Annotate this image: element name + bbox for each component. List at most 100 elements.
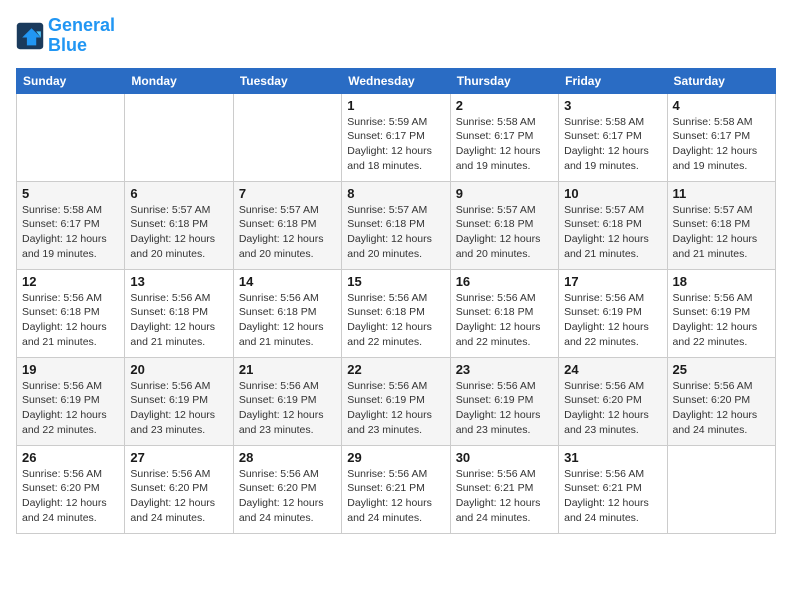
calendar-cell bbox=[125, 93, 233, 181]
weekday-header: Wednesday bbox=[342, 68, 450, 93]
calendar-cell: 27 Sunrise: 5:56 AM Sunset: 6:20 PM Dayli… bbox=[125, 445, 233, 533]
calendar-cell: 26 Sunrise: 5:56 AM Sunset: 6:20 PM Dayli… bbox=[17, 445, 125, 533]
day-number: 26 bbox=[22, 450, 119, 465]
day-info: Sunrise: 5:57 AM Sunset: 6:18 PM Dayligh… bbox=[456, 203, 553, 262]
day-info: Sunrise: 5:56 AM Sunset: 6:19 PM Dayligh… bbox=[347, 379, 444, 438]
day-number: 27 bbox=[130, 450, 227, 465]
calendar-cell: 25 Sunrise: 5:56 AM Sunset: 6:20 PM Dayli… bbox=[667, 357, 775, 445]
calendar-cell: 3 Sunrise: 5:58 AM Sunset: 6:17 PM Daylig… bbox=[559, 93, 667, 181]
calendar-cell: 9 Sunrise: 5:57 AM Sunset: 6:18 PM Daylig… bbox=[450, 181, 558, 269]
day-info: Sunrise: 5:56 AM Sunset: 6:20 PM Dayligh… bbox=[22, 467, 119, 526]
day-number: 3 bbox=[564, 98, 661, 113]
day-number: 11 bbox=[673, 186, 770, 201]
day-info: Sunrise: 5:56 AM Sunset: 6:20 PM Dayligh… bbox=[239, 467, 336, 526]
day-info: Sunrise: 5:58 AM Sunset: 6:17 PM Dayligh… bbox=[22, 203, 119, 262]
day-info: Sunrise: 5:56 AM Sunset: 6:18 PM Dayligh… bbox=[456, 291, 553, 350]
day-number: 5 bbox=[22, 186, 119, 201]
calendar-week-row: 5 Sunrise: 5:58 AM Sunset: 6:17 PM Daylig… bbox=[17, 181, 776, 269]
day-info: Sunrise: 5:57 AM Sunset: 6:18 PM Dayligh… bbox=[564, 203, 661, 262]
day-number: 7 bbox=[239, 186, 336, 201]
calendar-cell: 24Sunrise: 5:56 AM Sunset: 6:20 PM Dayli… bbox=[559, 357, 667, 445]
day-number: 19 bbox=[22, 362, 119, 377]
logo-text: General Blue bbox=[48, 16, 115, 56]
day-info: Sunrise: 5:56 AM Sunset: 6:18 PM Dayligh… bbox=[130, 291, 227, 350]
weekday-header: Saturday bbox=[667, 68, 775, 93]
day-info: Sunrise: 5:58 AM Sunset: 6:17 PM Dayligh… bbox=[673, 115, 770, 174]
calendar-cell: 10 Sunrise: 5:57 AM Sunset: 6:18 PM Dayli… bbox=[559, 181, 667, 269]
calendar-cell bbox=[233, 93, 341, 181]
calendar-cell: 21 Sunrise: 5:56 AM Sunset: 6:19 PM Dayli… bbox=[233, 357, 341, 445]
weekday-header: Monday bbox=[125, 68, 233, 93]
day-number: 18 bbox=[673, 274, 770, 289]
day-number: 9 bbox=[456, 186, 553, 201]
day-info: Sunrise: 5:56 AM Sunset: 6:18 PM Dayligh… bbox=[239, 291, 336, 350]
day-info: Sunrise: 5:57 AM Sunset: 6:18 PM Dayligh… bbox=[673, 203, 770, 262]
day-info: Sunrise: 5:56 AM Sunset: 6:18 PM Dayligh… bbox=[347, 291, 444, 350]
calendar-week-row: 19 Sunrise: 5:56 AM Sunset: 6:19 PM Dayli… bbox=[17, 357, 776, 445]
day-info: Sunrise: 5:56 AM Sunset: 6:19 PM Dayligh… bbox=[130, 379, 227, 438]
weekday-header: Friday bbox=[559, 68, 667, 93]
day-info: Sunrise: 5:56 AM Sunset: 6:21 PM Dayligh… bbox=[564, 467, 661, 526]
calendar-table: SundayMondayTuesdayWednesdayThursdayFrid… bbox=[16, 68, 776, 534]
day-info: Sunrise: 5:58 AM Sunset: 6:17 PM Dayligh… bbox=[564, 115, 661, 174]
calendar-cell: 29Sunrise: 5:56 AM Sunset: 6:21 PM Dayli… bbox=[342, 445, 450, 533]
calendar-cell: 19Sunrise: 5:56 AM Sunset: 6:19 PM Dayli… bbox=[17, 357, 125, 445]
calendar-cell: 22 Sunrise: 5:56 AM Sunset: 6:19 PM Dayli… bbox=[342, 357, 450, 445]
calendar-cell: 17 Sunrise: 5:56 AM Sunset: 6:19 PM Dayli… bbox=[559, 269, 667, 357]
day-number: 30 bbox=[456, 450, 553, 465]
day-number: 28 bbox=[239, 450, 336, 465]
calendar-cell: 28 Sunrise: 5:56 AM Sunset: 6:20 PM Dayli… bbox=[233, 445, 341, 533]
calendar-cell: 1 Sunrise: 5:59 AM Sunset: 6:17 PM Daylig… bbox=[342, 93, 450, 181]
calendar-cell: 14Sunrise: 5:56 AM Sunset: 6:18 PM Dayli… bbox=[233, 269, 341, 357]
day-number: 12 bbox=[22, 274, 119, 289]
calendar-cell bbox=[667, 445, 775, 533]
day-number: 23 bbox=[456, 362, 553, 377]
day-info: Sunrise: 5:56 AM Sunset: 6:19 PM Dayligh… bbox=[564, 291, 661, 350]
calendar-cell: 8 Sunrise: 5:57 AM Sunset: 6:18 PM Daylig… bbox=[342, 181, 450, 269]
weekday-header: Tuesday bbox=[233, 68, 341, 93]
calendar-cell: 11 Sunrise: 5:57 AM Sunset: 6:18 PM Dayli… bbox=[667, 181, 775, 269]
page-header: General Blue bbox=[16, 16, 776, 56]
day-info: Sunrise: 5:56 AM Sunset: 6:19 PM Dayligh… bbox=[456, 379, 553, 438]
calendar-cell: 12 Sunrise: 5:56 AM Sunset: 6:18 PM Dayli… bbox=[17, 269, 125, 357]
day-info: Sunrise: 5:59 AM Sunset: 6:17 PM Dayligh… bbox=[347, 115, 444, 174]
day-number: 4 bbox=[673, 98, 770, 113]
day-info: Sunrise: 5:57 AM Sunset: 6:18 PM Dayligh… bbox=[130, 203, 227, 262]
day-info: Sunrise: 5:58 AM Sunset: 6:17 PM Dayligh… bbox=[456, 115, 553, 174]
day-info: Sunrise: 5:57 AM Sunset: 6:18 PM Dayligh… bbox=[239, 203, 336, 262]
day-info: Sunrise: 5:56 AM Sunset: 6:21 PM Dayligh… bbox=[347, 467, 444, 526]
day-info: Sunrise: 5:56 AM Sunset: 6:20 PM Dayligh… bbox=[564, 379, 661, 438]
day-info: Sunrise: 5:56 AM Sunset: 6:20 PM Dayligh… bbox=[130, 467, 227, 526]
calendar-cell: 4 Sunrise: 5:58 AM Sunset: 6:17 PM Daylig… bbox=[667, 93, 775, 181]
day-number: 25 bbox=[673, 362, 770, 377]
calendar-cell: 13Sunrise: 5:56 AM Sunset: 6:18 PM Dayli… bbox=[125, 269, 233, 357]
day-number: 10 bbox=[564, 186, 661, 201]
calendar-cell: 23 Sunrise: 5:56 AM Sunset: 6:19 PM Dayli… bbox=[450, 357, 558, 445]
day-info: Sunrise: 5:57 AM Sunset: 6:18 PM Dayligh… bbox=[347, 203, 444, 262]
day-number: 31 bbox=[564, 450, 661, 465]
day-info: Sunrise: 5:56 AM Sunset: 6:18 PM Dayligh… bbox=[22, 291, 119, 350]
day-number: 21 bbox=[239, 362, 336, 377]
calendar-cell: 18 Sunrise: 5:56 AM Sunset: 6:19 PM Dayli… bbox=[667, 269, 775, 357]
day-number: 16 bbox=[456, 274, 553, 289]
day-number: 2 bbox=[456, 98, 553, 113]
calendar-cell: 7 Sunrise: 5:57 AM Sunset: 6:18 PM Daylig… bbox=[233, 181, 341, 269]
calendar-cell: 30 Sunrise: 5:56 AM Sunset: 6:21 PM Dayli… bbox=[450, 445, 558, 533]
calendar-cell: 20Sunrise: 5:56 AM Sunset: 6:19 PM Dayli… bbox=[125, 357, 233, 445]
logo-icon bbox=[16, 22, 44, 50]
day-info: Sunrise: 5:56 AM Sunset: 6:20 PM Dayligh… bbox=[673, 379, 770, 438]
day-number: 6 bbox=[130, 186, 227, 201]
calendar-week-row: 26 Sunrise: 5:56 AM Sunset: 6:20 PM Dayli… bbox=[17, 445, 776, 533]
day-info: Sunrise: 5:56 AM Sunset: 6:19 PM Dayligh… bbox=[673, 291, 770, 350]
calendar-cell: 31 Sunrise: 5:56 AM Sunset: 6:21 PM Dayli… bbox=[559, 445, 667, 533]
calendar-cell bbox=[17, 93, 125, 181]
day-number: 1 bbox=[347, 98, 444, 113]
day-number: 22 bbox=[347, 362, 444, 377]
day-info: Sunrise: 5:56 AM Sunset: 6:21 PM Dayligh… bbox=[456, 467, 553, 526]
day-number: 17 bbox=[564, 274, 661, 289]
logo: General Blue bbox=[16, 16, 115, 56]
day-number: 8 bbox=[347, 186, 444, 201]
weekday-header: Thursday bbox=[450, 68, 558, 93]
day-info: Sunrise: 5:56 AM Sunset: 6:19 PM Dayligh… bbox=[239, 379, 336, 438]
calendar-week-row: 1 Sunrise: 5:59 AM Sunset: 6:17 PM Daylig… bbox=[17, 93, 776, 181]
